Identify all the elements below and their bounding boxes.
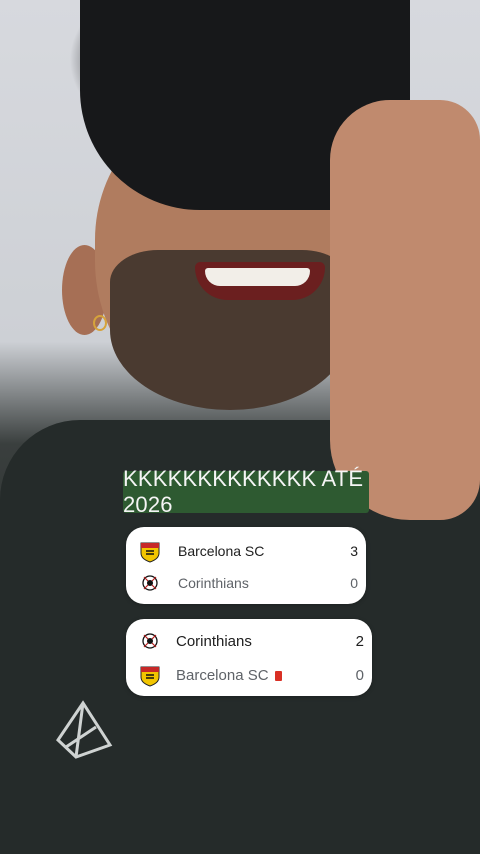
match-row-home: Corinthians 2 bbox=[126, 625, 372, 657]
caption-banner: KKKKKKKKKKKKK ATÉ 2026 bbox=[123, 466, 369, 517]
team-score: 2 bbox=[355, 632, 364, 650]
hand bbox=[330, 100, 480, 520]
team-name: Barcelona SC bbox=[176, 666, 269, 684]
match-card-2[interactable]: Corinthians 2 Barcelona SC 0 bbox=[126, 619, 372, 696]
corinthians-crest-icon bbox=[142, 575, 158, 591]
caption-text: KKKKKKKKKKKKK ATÉ 2026 bbox=[123, 466, 364, 517]
team-score: 3 bbox=[350, 543, 358, 559]
team-name: Corinthians bbox=[176, 632, 252, 650]
shirt-logo-icon bbox=[56, 700, 113, 759]
team-name: Corinthians bbox=[178, 575, 249, 591]
barcelona-sc-crest-icon bbox=[140, 666, 160, 687]
team-score: 0 bbox=[355, 666, 364, 684]
team-score: 0 bbox=[350, 575, 358, 591]
match-row-home: Barcelona SC 3 bbox=[126, 535, 366, 567]
teeth bbox=[205, 268, 310, 286]
earring bbox=[93, 315, 107, 331]
corinthians-crest-icon bbox=[142, 633, 158, 649]
team-name-with-red-card: Barcelona SC bbox=[176, 667, 282, 684]
team-name: Barcelona SC bbox=[178, 543, 265, 559]
red-card-icon bbox=[274, 670, 282, 681]
match-row-away: Corinthians 0 bbox=[126, 567, 366, 599]
match-card-1[interactable]: Barcelona SC 3 Corinthians 0 bbox=[126, 527, 366, 604]
barcelona-sc-crest-icon bbox=[140, 542, 160, 563]
match-row-away: Barcelona SC 0 bbox=[126, 659, 372, 691]
